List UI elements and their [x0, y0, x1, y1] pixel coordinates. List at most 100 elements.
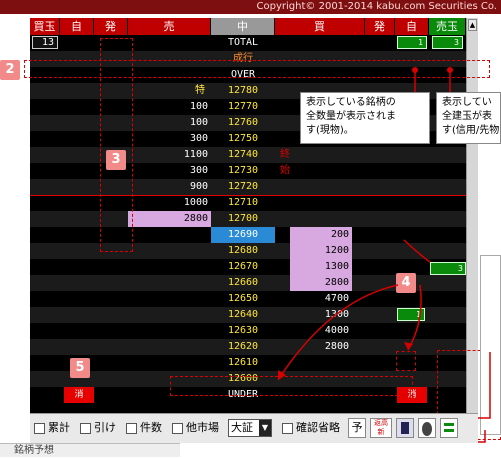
- buy-qty-cell: [290, 35, 352, 51]
- price-cell: 12780: [227, 85, 259, 96]
- price-row[interactable]: 12710 1000: [30, 195, 478, 211]
- buy-qty-cell: 2800: [290, 275, 352, 291]
- buy-qty-cell: [290, 179, 352, 195]
- mouse-icon-shape: [422, 422, 432, 436]
- buy-qty-cell: 2800: [324, 341, 349, 352]
- label-cumulative: 累計: [48, 421, 70, 434]
- sell-qty-cell: [128, 35, 211, 51]
- price-cell: 12640: [227, 309, 259, 320]
- bottom-toolbar: 累計 引け 件数 他市場 大証 ▼ 確認省略 予 返高新: [30, 413, 478, 443]
- price-cell: 12740: [227, 149, 259, 160]
- total-buy-position-box[interactable]: 13: [32, 36, 58, 49]
- ladder-view-icon[interactable]: [396, 418, 414, 438]
- price-row[interactable]: 12730 300 始: [30, 163, 478, 179]
- spread-separator-line: [30, 195, 466, 196]
- price-cell: 12760: [227, 117, 259, 128]
- price-row[interactable]: 12740 1100 終: [30, 147, 478, 163]
- checkbox-closing[interactable]: [80, 423, 91, 434]
- price-cell: 12620: [227, 341, 259, 352]
- price-cell: 12680: [227, 245, 259, 256]
- sell-qty-cell: 1100: [183, 149, 208, 160]
- callout-spot-quantity: 表示している銘柄の 全数量が表示されま す(現物)。: [300, 92, 430, 144]
- price-row[interactable]: 12700 2800: [30, 211, 478, 227]
- price-cell: 12710: [227, 197, 259, 208]
- scroll-up-icon[interactable]: ▲: [468, 19, 477, 31]
- price-cell: 12730: [227, 165, 259, 176]
- label-other-market: 他市場: [186, 421, 219, 434]
- price-cell: TOTAL: [227, 37, 259, 48]
- price-row[interactable]: 12630 4000: [30, 323, 478, 339]
- forecast-button[interactable]: 予: [348, 418, 366, 438]
- sell-qty-cell: 900: [189, 181, 208, 192]
- buy-qty-cell: 4000: [324, 325, 349, 336]
- settings-bar-2: [444, 429, 454, 432]
- board-header: 買玉 自 発 売 中 買 発 自 売玉: [30, 18, 478, 35]
- cancel-all-sell-button[interactable]: 消: [64, 387, 94, 403]
- sell-qty-cell: [128, 339, 211, 355]
- header-buy: 買: [275, 18, 365, 35]
- badge-4: 4: [396, 273, 416, 293]
- callout-2-line-3: す(信用/先物: [442, 125, 500, 136]
- price-cell: 12670: [227, 261, 259, 272]
- settings-icon[interactable]: [440, 418, 458, 438]
- label-count: 件数: [140, 421, 162, 434]
- margin-position-indicator[interactable]: 3: [430, 262, 466, 275]
- badge-3: 3: [106, 150, 126, 170]
- session-mark: 終: [280, 149, 290, 160]
- price-row[interactable]: 12680 1200: [30, 243, 478, 259]
- mouse-icon[interactable]: [418, 418, 436, 438]
- label-skip-confirm: 確認省略: [296, 421, 340, 434]
- header-sell-position: 売玉: [429, 18, 466, 35]
- chevron-down-icon[interactable]: ▼: [259, 420, 271, 436]
- price-cell: 12750: [227, 133, 259, 144]
- highlight-order-column: [100, 38, 133, 252]
- header-middle: 中: [211, 18, 275, 35]
- checkbox-other-market[interactable]: [172, 423, 183, 434]
- badge-2: 2: [0, 60, 20, 80]
- buy-qty-cell: 1200: [290, 243, 352, 259]
- checkbox-cumulative[interactable]: [34, 423, 45, 434]
- checkbox-count[interactable]: [126, 423, 137, 434]
- header-self-right: 自: [395, 18, 429, 35]
- sell-qty-cell: 1000: [183, 197, 208, 208]
- sell-qty-cell: [128, 243, 211, 259]
- total-self-box: 1: [397, 36, 427, 49]
- refresh-button[interactable]: 返高新: [370, 418, 392, 438]
- price-cell: 12700: [227, 213, 259, 224]
- highlight-position-cell: [396, 351, 416, 371]
- special-quote-mark: 特: [195, 85, 205, 96]
- buy-qty-cell: 1300: [290, 259, 352, 275]
- sell-qty-cell: [128, 323, 211, 339]
- tab-forecast[interactable]: 銘柄予想: [0, 443, 180, 457]
- callout-1-line-3: す(現物)。: [306, 125, 354, 136]
- callout-2-line-1: 表示してい: [442, 97, 492, 108]
- settings-bar-1: [444, 423, 454, 426]
- total-sell-position-box: 3: [432, 36, 463, 49]
- price-cell: 12660: [227, 277, 259, 288]
- price-row[interactable]: TOTAL 13 1 3: [30, 35, 478, 51]
- callout-1-line-2: 全数量が表示されま: [306, 111, 396, 122]
- buy-qty-cell: [290, 355, 352, 371]
- side-panel-edge: [480, 255, 501, 435]
- header-self: 自: [60, 18, 94, 35]
- copyright-banner: Copyright© 2001-2014 kabu.com Securities…: [0, 0, 501, 14]
- checkbox-skip-confirm[interactable]: [282, 423, 293, 434]
- label-closing: 引け: [94, 421, 116, 434]
- price-row[interactable]: 12650 4700: [30, 291, 478, 307]
- session-mark: 始: [280, 165, 290, 176]
- price-row[interactable]: 12640 1300 1: [30, 307, 478, 323]
- price-row[interactable]: 12690 200: [30, 227, 478, 243]
- price-row[interactable]: 12720 900: [30, 179, 478, 195]
- buy-qty-cell: [290, 147, 352, 163]
- market-select[interactable]: 大証 ▼: [228, 419, 272, 437]
- header-buy-position: 買玉: [30, 18, 60, 35]
- sell-qty-cell: [128, 291, 211, 307]
- settings-icon-svg: [444, 423, 454, 432]
- buy-qty-cell: [290, 163, 352, 179]
- sell-qty-cell: 300: [189, 165, 208, 176]
- highlight-under-zone: [170, 376, 413, 396]
- callout-1-line-1: 表示している銘柄の: [306, 97, 396, 108]
- market-select-value: 大証: [231, 421, 253, 434]
- callout-margin-positions: 表示してい 全建玉が表 す(信用/先物: [436, 92, 501, 144]
- sell-qty-cell: [128, 307, 211, 323]
